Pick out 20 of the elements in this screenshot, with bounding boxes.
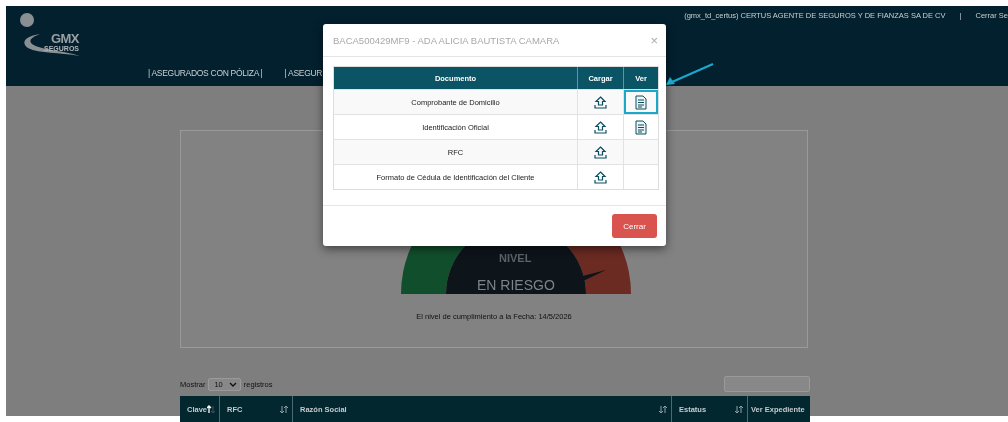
nav-link[interactable]: | ASEGURADOS CON PÓLIZA | bbox=[148, 68, 263, 78]
upload-icon[interactable] bbox=[594, 120, 607, 134]
dialog-title: BACA500429MF9 - ADA ALICIA BAUTISTA CAMARA bbox=[333, 34, 560, 46]
upload-icon[interactable] bbox=[594, 95, 607, 109]
search-field[interactable] bbox=[724, 376, 810, 392]
upload-icon[interactable] bbox=[594, 170, 607, 184]
sort-icon bbox=[207, 404, 215, 414]
sort-icon bbox=[659, 404, 667, 414]
document-icon[interactable] bbox=[635, 94, 647, 110]
upload-icon[interactable] bbox=[594, 145, 607, 159]
logo-brand: GMX bbox=[50, 32, 79, 45]
annotation-arrow bbox=[666, 63, 714, 85]
close-button[interactable]: Cerrar bbox=[612, 214, 657, 238]
gauge-label: NIVEL bbox=[499, 252, 532, 264]
gauge-status: EN RIESGO bbox=[477, 277, 555, 293]
sort-icon bbox=[735, 404, 743, 414]
caret-icon bbox=[228, 381, 237, 387]
document-icon[interactable] bbox=[635, 119, 647, 135]
sort-icon bbox=[280, 404, 288, 414]
nav-link[interactable]: | ASEGUR bbox=[284, 68, 323, 78]
